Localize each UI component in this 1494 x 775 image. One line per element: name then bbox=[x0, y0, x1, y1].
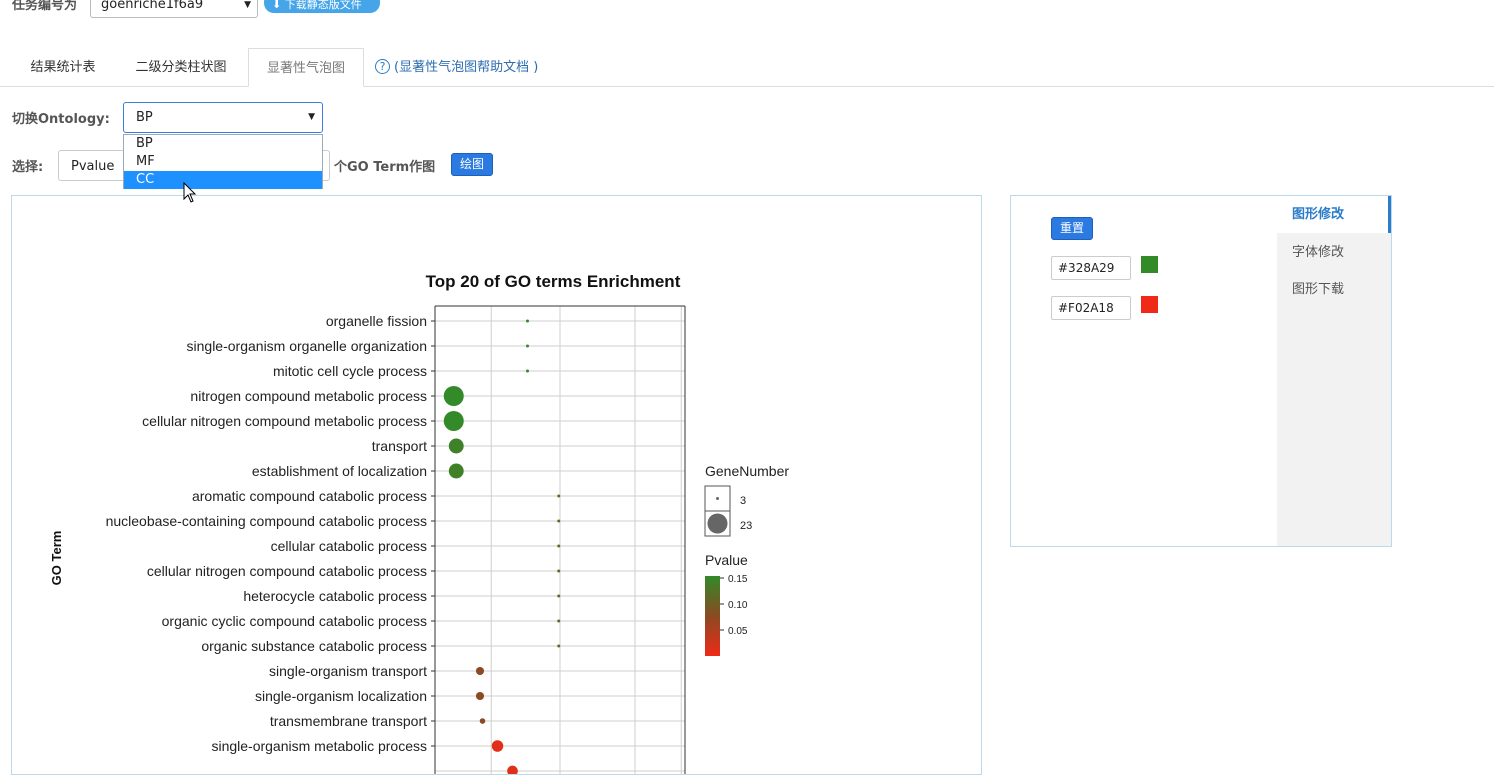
size-legend-label-small: 3 bbox=[740, 495, 746, 507]
tab-bubble-chart[interactable]: 显著性气泡图 bbox=[248, 48, 364, 87]
size-legend-title: GeneNumber bbox=[705, 463, 789, 479]
ontology-option-bp[interactable]: BP bbox=[124, 135, 322, 153]
task-select[interactable]: goenriche1f6a9 ▼ bbox=[90, 0, 258, 18]
menu-graphic-edit[interactable]: 图形修改 bbox=[1277, 196, 1391, 233]
menu-download[interactable]: 图形下载 bbox=[1277, 271, 1391, 308]
color-legend-bar bbox=[705, 576, 720, 656]
bubble-point bbox=[491, 740, 504, 752]
low-color-input[interactable]: #F02A18 bbox=[1051, 296, 1131, 320]
go-term-label: single-organism metabolic process bbox=[211, 738, 427, 754]
ontology-option-mf[interactable]: MF bbox=[124, 153, 322, 171]
download-icon: ⬇ bbox=[272, 0, 282, 11]
bubble-point bbox=[475, 666, 485, 676]
legend: GeneNumber 3 23 Pvalue 0.15 0.10 0.05 bbox=[704, 463, 789, 656]
ontology-select[interactable]: BP ▼ bbox=[123, 102, 323, 133]
help-link[interactable]: ? (显著性气泡图帮助文档 ) bbox=[375, 48, 538, 87]
settings-panel: 重置 #328A29 #F02A18 图形修改 字体修改 图形下载 bbox=[1010, 195, 1392, 547]
tab-bar-chart[interactable]: 二级分类柱状图 bbox=[118, 48, 244, 87]
ontology-selected-value: BP bbox=[136, 110, 153, 125]
bubble-point bbox=[526, 344, 529, 348]
bubble-point bbox=[443, 411, 464, 431]
high-color-input[interactable]: #328A29 bbox=[1051, 256, 1131, 280]
go-term-label: single-organism localization bbox=[255, 688, 427, 704]
mouse-cursor-icon bbox=[183, 182, 197, 203]
plot-area bbox=[434, 305, 686, 774]
term-labels: organelle fission single-organism organel… bbox=[106, 313, 435, 754]
caret-down-icon: ▼ bbox=[244, 0, 251, 10]
chart-panel: Top 20 of GO terms Enrichment GO Term or… bbox=[11, 195, 982, 775]
select-label: 选择: bbox=[12, 160, 44, 175]
draw-button[interactable]: 绘图 bbox=[451, 153, 493, 176]
bubble-chart: Top 20 of GO terms Enrichment GO Term or… bbox=[49, 272, 789, 774]
go-term-label: organic substance catabolic process bbox=[201, 638, 427, 654]
go-term-label: single-organism transport bbox=[269, 663, 427, 679]
caret-down-icon: ▼ bbox=[308, 112, 315, 122]
go-term-label: cellular catabolic process bbox=[271, 538, 427, 554]
color-legend-tick-label: 0.10 bbox=[728, 600, 748, 611]
download-label: 下载静态版文件 bbox=[284, 0, 362, 11]
go-term-label: transport bbox=[372, 438, 427, 454]
download-static-button[interactable]: ⬇ 下载静态版文件 bbox=[264, 0, 380, 13]
sort-select-value: Pvalue bbox=[71, 159, 115, 174]
size-legend-label-large: 23 bbox=[740, 520, 752, 532]
color-legend-tick-label: 0.05 bbox=[728, 626, 748, 637]
menu-font-edit[interactable]: 字体修改 bbox=[1277, 234, 1391, 271]
size-legend-dot-small bbox=[716, 497, 719, 500]
color-legend-title: Pvalue bbox=[705, 552, 748, 568]
task-label: 任务编号为 bbox=[12, 0, 78, 13]
low-color-swatch[interactable] bbox=[1141, 296, 1158, 313]
help-link-label: (显著性气泡图帮助文档 ) bbox=[394, 60, 539, 75]
bubble-point bbox=[557, 519, 561, 523]
go-term-label: heterocycle catabolic process bbox=[243, 588, 427, 604]
ontology-option-cc[interactable]: CC bbox=[124, 171, 322, 189]
ontology-dropdown: BP MF CC bbox=[123, 134, 323, 189]
bubble-point bbox=[448, 463, 464, 479]
go-term-label: cellular nitrogen compound metabolic pro… bbox=[142, 413, 427, 429]
go-term-label: single-organism organelle organization bbox=[187, 338, 427, 354]
task-row: 任务编号为 goenriche1f6a9 ▼ ⬇ 下载静态版文件 bbox=[0, 0, 1494, 22]
bubble-point bbox=[443, 386, 464, 406]
bubble-point bbox=[557, 494, 561, 498]
bubble-point bbox=[557, 644, 561, 648]
bubble-point bbox=[557, 569, 561, 573]
chart-title: Top 20 of GO terms Enrichment bbox=[426, 272, 681, 291]
high-color-swatch[interactable] bbox=[1141, 256, 1158, 273]
bubble-point bbox=[557, 544, 561, 548]
go-term-label: nitrogen compound metabolic process bbox=[190, 388, 427, 404]
go-term-label: aromatic compound catabolic process bbox=[192, 488, 427, 504]
tab-result-table[interactable]: 结果统计表 bbox=[12, 48, 114, 87]
ontology-label: 切换Ontology: bbox=[12, 112, 110, 127]
task-select-value: goenriche1f6a9 bbox=[101, 0, 204, 12]
question-circle-icon: ? bbox=[375, 59, 390, 74]
bubble-point bbox=[448, 438, 464, 454]
bubble-point bbox=[526, 319, 529, 323]
bubble-point bbox=[479, 718, 486, 724]
y-axis-label: GO Term bbox=[49, 531, 64, 586]
bubble-point bbox=[557, 594, 561, 598]
go-term-label: cellular nitrogen compound catabolic pro… bbox=[147, 563, 427, 579]
color-legend-tick-label: 0.15 bbox=[728, 574, 748, 585]
size-legend-dot-large bbox=[707, 513, 728, 534]
go-term-label: nucleobase-containing compound catabolic… bbox=[106, 513, 427, 529]
tab-bar: 结果统计表 二级分类柱状图 显著性气泡图 ? (显著性气泡图帮助文档 ) bbox=[0, 48, 1494, 87]
bubble-point bbox=[475, 691, 485, 701]
bubble-point bbox=[557, 619, 561, 623]
goterm-count-label: 个GO Term作图 bbox=[334, 160, 436, 175]
go-term-label: establishment of localization bbox=[252, 463, 427, 479]
go-term-label: transmembrane transport bbox=[270, 713, 427, 729]
reset-button[interactable]: 重置 bbox=[1051, 217, 1093, 240]
bubble-point bbox=[526, 369, 529, 373]
go-term-label: organic cyclic compound catabolic proces… bbox=[162, 613, 427, 629]
go-term-label: mitotic cell cycle process bbox=[273, 363, 427, 379]
side-menu: 图形修改 字体修改 图形下载 bbox=[1277, 196, 1391, 546]
go-term-label: organelle fission bbox=[326, 313, 427, 329]
